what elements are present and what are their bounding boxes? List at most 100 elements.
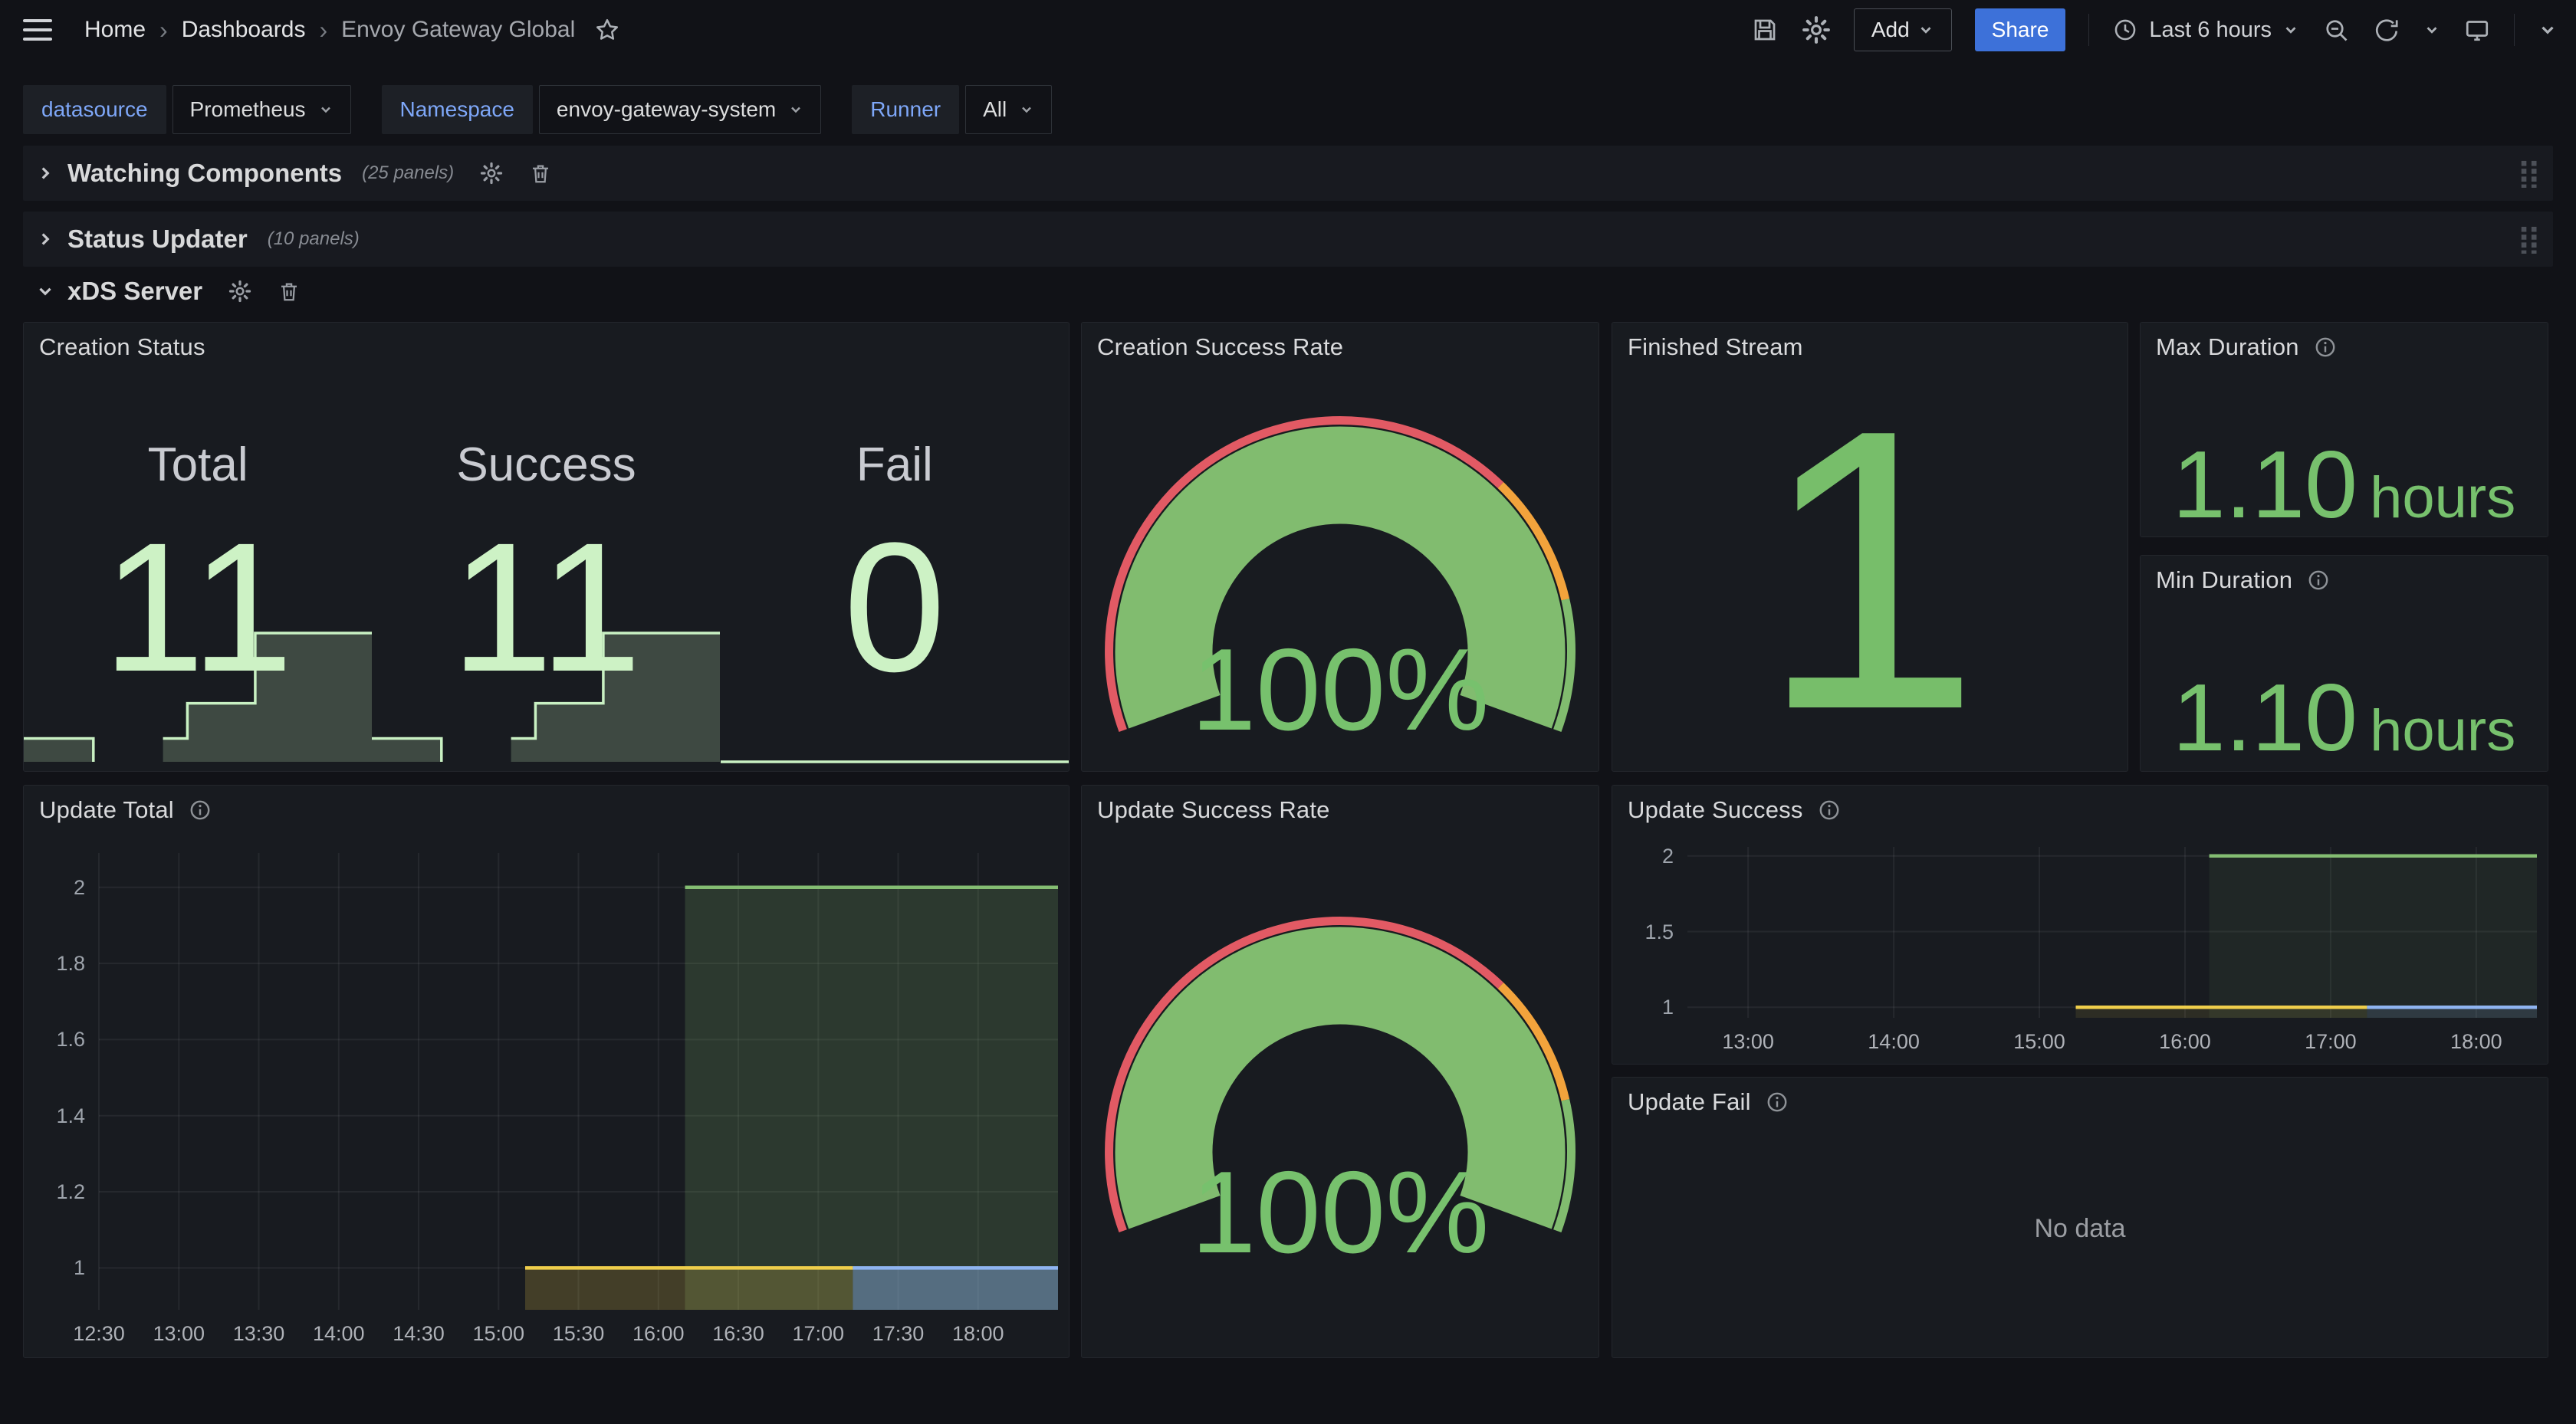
panel-title[interactable]: Update Total xyxy=(39,796,174,824)
row-settings-icon[interactable] xyxy=(228,280,251,303)
add-button[interactable]: Add xyxy=(1854,8,1952,51)
stat-unit: hours xyxy=(2370,697,2515,764)
chevron-right-icon xyxy=(35,229,55,249)
zoom-out-icon[interactable] xyxy=(2322,16,2350,44)
chevron-right-icon xyxy=(35,163,55,183)
variable-label: Runner xyxy=(852,85,959,134)
x-axis-tick: 13:00 xyxy=(1702,1030,1794,1054)
runner-select[interactable]: All xyxy=(965,85,1052,134)
x-axis-tick: 15:00 xyxy=(1993,1030,2085,1054)
stat-grid: Total 11 Success 11 Fail 0 xyxy=(24,323,1069,771)
breadcrumb-current: Envoy Gateway Global xyxy=(341,17,575,43)
y-axis-tick: 1.2 xyxy=(38,1180,85,1204)
info-icon[interactable] xyxy=(2308,569,2329,591)
y-axis-tick: 1.6 xyxy=(38,1028,85,1052)
chevron-down-icon xyxy=(318,102,334,117)
panel-title[interactable]: Update Success Rate xyxy=(1097,796,1330,824)
refresh-interval-chevron-icon[interactable] xyxy=(2423,21,2440,38)
gauge-value: 100% xyxy=(1082,623,1598,757)
y-axis-tick: 1.4 xyxy=(38,1104,85,1128)
divider xyxy=(2514,14,2515,46)
drag-handle-icon[interactable] xyxy=(2518,225,2541,254)
info-icon[interactable] xyxy=(2315,336,2336,358)
y-axis-tick: 1 xyxy=(38,1256,85,1280)
stat-total: Total 11 xyxy=(24,323,372,771)
breadcrumb-home[interactable]: Home xyxy=(84,17,146,43)
stat-value: 1.10 xyxy=(2173,438,2358,533)
variable-namespace: Namespace envoy-gateway-system xyxy=(382,85,822,134)
x-axis-tick: 14:30 xyxy=(373,1322,465,1346)
collapse-nav-chevron-icon[interactable] xyxy=(2538,20,2558,40)
y-axis-tick: 1 xyxy=(1626,996,1674,1019)
x-axis-tick: 14:00 xyxy=(293,1322,385,1346)
menu-icon[interactable] xyxy=(23,19,52,41)
panel-min-duration: Min Duration 1.10 hours xyxy=(2140,555,2548,772)
stat-label: Total xyxy=(24,438,372,492)
panel-update-fail: Update Fail No data xyxy=(1612,1077,2548,1358)
datasource-select[interactable]: Prometheus xyxy=(172,85,351,134)
chevron-down-icon xyxy=(1917,21,1934,38)
x-axis-tick: 15:30 xyxy=(533,1322,625,1346)
time-series-chart[interactable]: 1 1.5 2 13:00 14:00 15:00 16:00 17:00 18:00 xyxy=(1626,839,2537,1058)
gauge-value: 100% xyxy=(1082,1146,1598,1280)
stat-fail: Fail 0 xyxy=(721,323,1069,771)
row-panel-count: (10 panels) xyxy=(268,228,360,250)
stat-unit: hours xyxy=(2370,464,2515,531)
variable-label: Namespace xyxy=(382,85,533,134)
panel-title[interactable]: Update Success xyxy=(1628,796,1803,824)
info-icon[interactable] xyxy=(1766,1091,1788,1113)
row-delete-icon[interactable] xyxy=(278,280,301,303)
panel-update-success-rate: Update Success Rate 100% xyxy=(1081,785,1599,1358)
info-icon[interactable] xyxy=(189,799,211,821)
breadcrumb-separator: › xyxy=(159,16,168,44)
save-dashboard-icon[interactable] xyxy=(1751,16,1779,44)
time-range-label: Last 6 hours xyxy=(2149,18,2272,43)
y-axis-tick: 2 xyxy=(38,876,85,900)
breadcrumb-dashboards[interactable]: Dashboards xyxy=(182,17,306,43)
row-watching-components[interactable]: Watching Components (25 panels) xyxy=(23,146,2553,201)
row-title: Watching Components xyxy=(67,159,342,188)
x-axis-tick: 16:00 xyxy=(613,1322,705,1346)
time-range-picker[interactable]: Last 6 hours xyxy=(2112,17,2299,43)
y-axis-tick: 1.5 xyxy=(1626,920,1674,944)
namespace-select[interactable]: envoy-gateway-system xyxy=(539,85,821,134)
x-axis-tick: 17:00 xyxy=(2285,1030,2377,1054)
share-button[interactable]: Share xyxy=(1975,8,2066,51)
kiosk-mode-icon[interactable] xyxy=(2463,16,2491,44)
star-icon[interactable] xyxy=(593,16,621,44)
stat-value: 11 xyxy=(24,515,372,699)
time-series-chart[interactable]: 11.21.41.61.8212:3013:0013:3014:0014:301… xyxy=(38,845,1058,1350)
panel-title[interactable]: Max Duration xyxy=(2156,333,2299,361)
panel-title[interactable]: Finished Stream xyxy=(1628,333,1803,361)
row-status-updater[interactable]: Status Updater (10 panels) xyxy=(23,212,2553,267)
y-axis-tick: 2 xyxy=(1626,845,1674,868)
chevron-down-icon xyxy=(2282,21,2299,38)
x-axis-tick: 12:30 xyxy=(53,1322,145,1346)
drag-handle-icon[interactable] xyxy=(2518,159,2541,188)
x-axis-tick: 17:00 xyxy=(772,1322,864,1346)
chevron-down-icon xyxy=(1019,102,1034,117)
panel-max-duration: Max Duration 1.10 hours xyxy=(2140,322,2548,537)
row-xds-server[interactable]: xDS Server xyxy=(23,268,1250,314)
panel-title[interactable]: Update Fail xyxy=(1628,1088,1751,1116)
panel-creation-success-rate: Creation Success Rate 100% xyxy=(1081,322,1599,772)
refresh-icon[interactable] xyxy=(2373,16,2400,44)
panel-title[interactable]: Min Duration xyxy=(2156,566,2292,594)
x-axis-tick: 18:00 xyxy=(932,1322,1024,1346)
stat-label: Fail xyxy=(721,438,1069,492)
panel-creation-status: Creation Status Total 11 Success 11 Fail… xyxy=(23,322,1070,772)
row-settings-icon[interactable] xyxy=(480,162,503,185)
dashboard-settings-icon[interactable] xyxy=(1802,15,1831,44)
chevron-down-icon xyxy=(35,281,55,301)
panel-title[interactable]: Creation Status xyxy=(39,333,205,361)
top-nav: Home › Dashboards › Envoy Gateway Global… xyxy=(0,0,2576,60)
row-delete-icon[interactable] xyxy=(529,162,552,185)
info-icon[interactable] xyxy=(1819,799,1840,821)
panel-title[interactable]: Creation Success Rate xyxy=(1097,333,1343,361)
x-axis-tick: 15:00 xyxy=(452,1322,544,1346)
x-axis-tick: 18:00 xyxy=(2430,1030,2522,1054)
x-axis-tick: 16:00 xyxy=(2139,1030,2231,1054)
x-axis-tick: 14:00 xyxy=(1848,1030,1940,1054)
dashboard-variables: datasource Prometheus Namespace envoy-ga… xyxy=(23,85,1052,134)
stat-value: 1 xyxy=(1612,323,2128,771)
